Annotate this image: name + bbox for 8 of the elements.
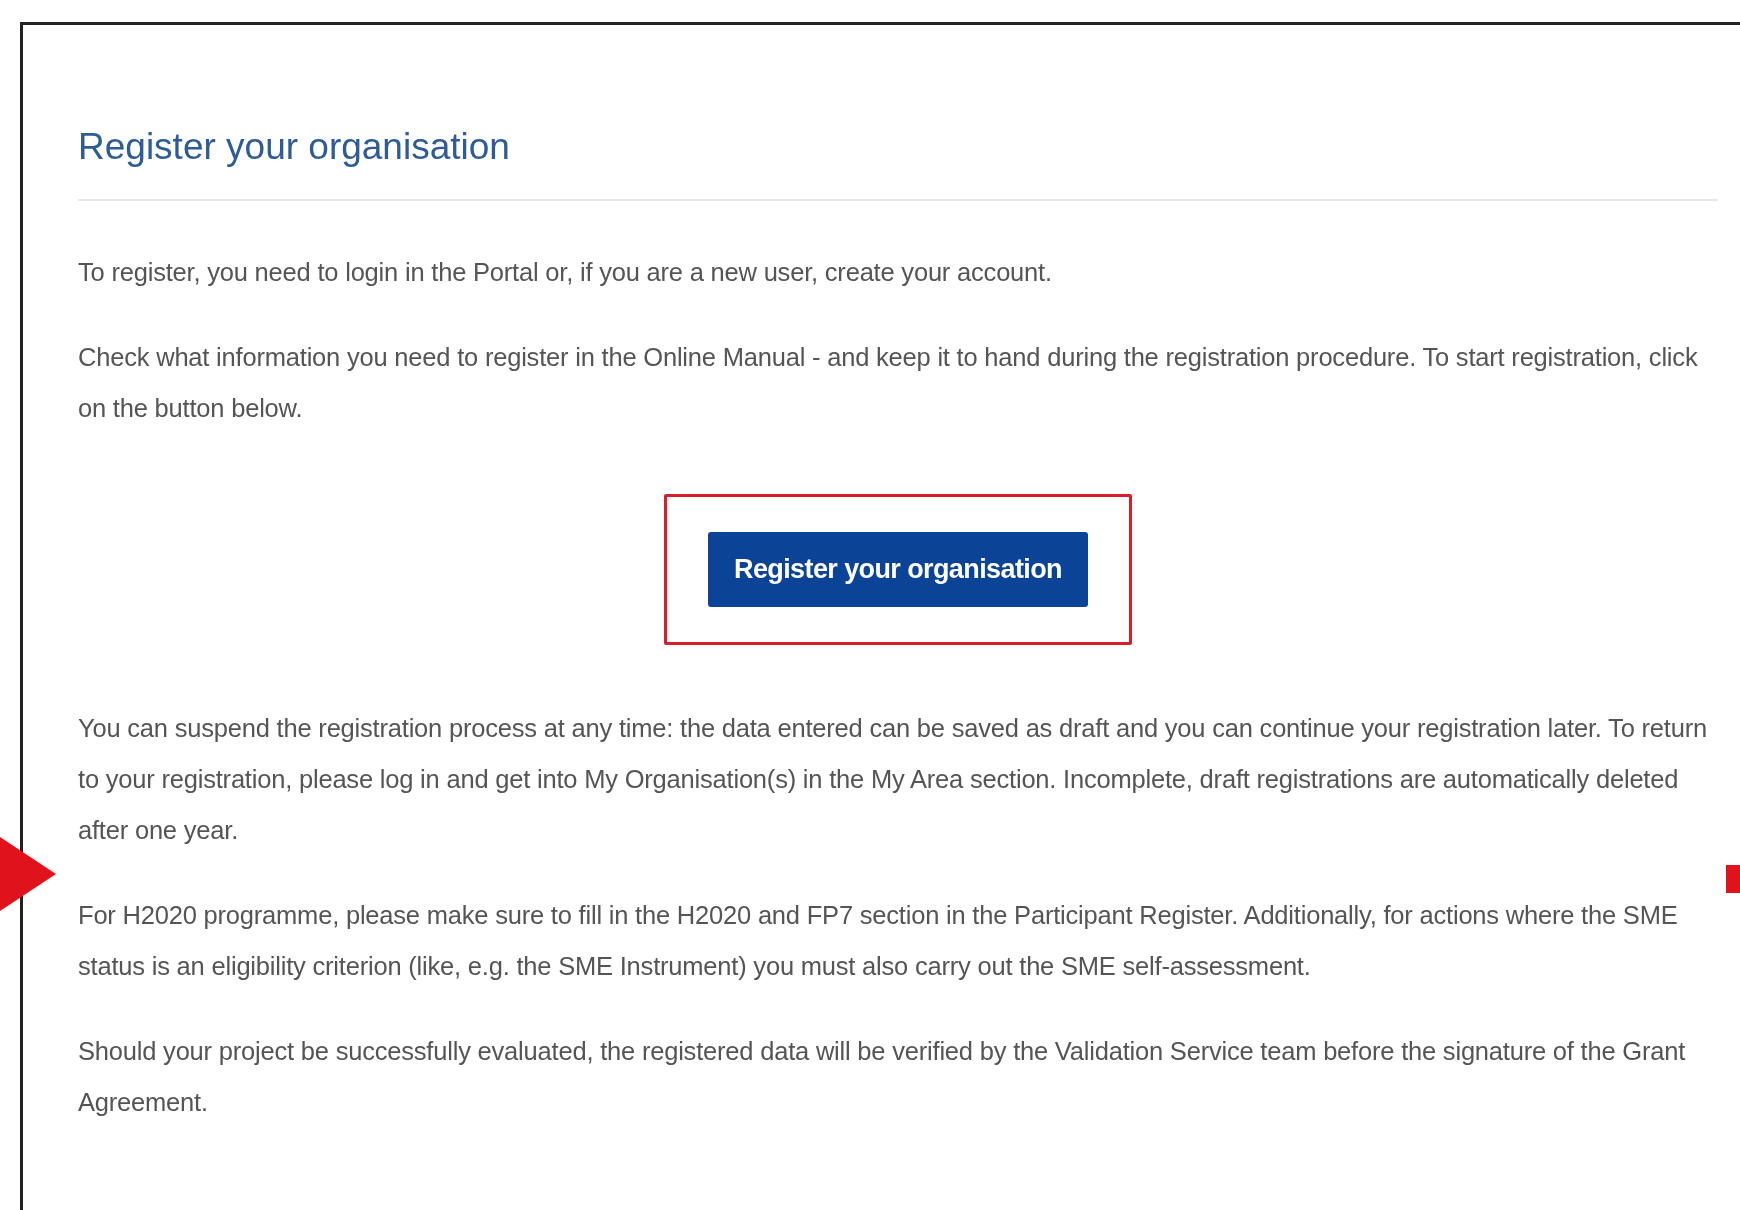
paragraph: You can suspend the registration process at any time: the data entered can be saved as draft and you can continue your registration later. To return to your registration, please log in and get into My Organisation(s) in the My Area section. Incomplete, draft registrations are automatically deleted after one year. [78,713,1708,846]
paragraph: Should your project be successfully evaluated, the registered data will be verified by the Validation Service team before the signature of the Grant Agreement. [78,1036,1687,1118]
paragraph: For H2020 programme, please make sure to fill in the H2020 and FP7 section in the Participant Register. Additionally, for actions where the SME status is an eligibility criterion (like, e.g. the SME Instrument) you must also carry out the SME self-assessment. [78,900,1679,982]
paragraph: Check what information you need to register in the Online Manual - and keep it to hand during the registration procedure. To start registration, click on the button below. [78,342,1699,424]
paragraph: To register, you need to login in the Portal or, if you are a new user, create your account. [78,257,1053,288]
page-heading: Register your organisation [78,125,1718,201]
register-button[interactable]: Register your organisation [708,532,1088,607]
annotation-marker [1726,865,1740,893]
